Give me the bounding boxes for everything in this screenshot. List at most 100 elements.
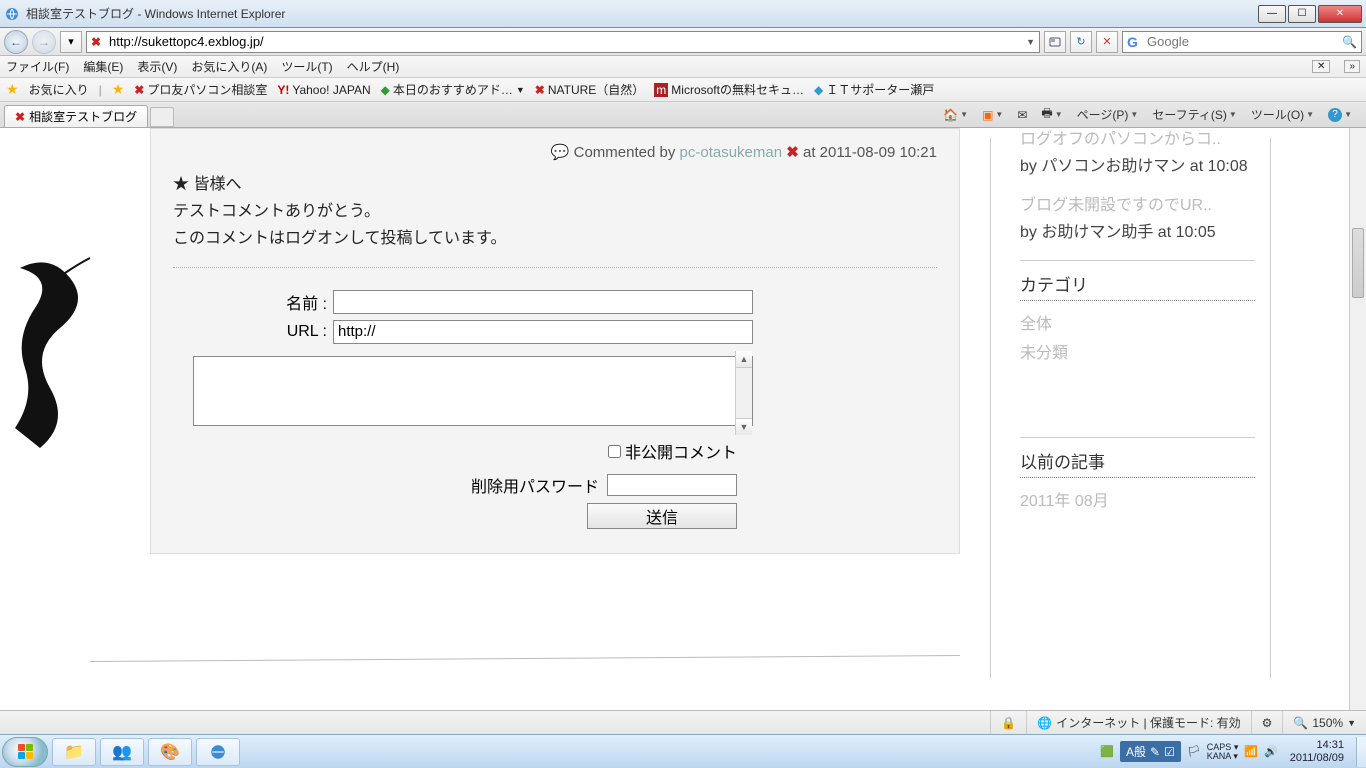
url-input[interactable]	[109, 34, 1026, 49]
fav-item-4[interactable]: mMicrosoftの無料セキュ…	[654, 81, 804, 98]
menu-file[interactable]: ファイル(F)	[6, 58, 69, 75]
tray-action-center-icon[interactable]: 🏳	[1187, 745, 1201, 758]
search-go-icon[interactable]: 🔍	[1342, 35, 1357, 49]
archive-month[interactable]: 2011年 08月	[1020, 488, 1255, 517]
forward-button[interactable]: →	[32, 30, 56, 54]
address-bar: ← → ▾ ✖ ▼ ↻ ✕ G 🔍	[0, 28, 1366, 56]
comment-bubble-icon: 💬	[551, 144, 570, 161]
windows-logo-icon	[17, 744, 33, 760]
status-addon-icon[interactable]: 🔒	[990, 711, 1026, 734]
taskbar-clock[interactable]: 14:31 2011/08/09	[1284, 739, 1350, 763]
print-button[interactable]: 🖶▼	[1037, 102, 1066, 127]
tools-menu[interactable]: ツール(O)▼	[1247, 104, 1318, 125]
submit-button[interactable]: 送信	[587, 503, 737, 529]
favorites-label[interactable]: お気に入り	[29, 81, 89, 98]
readmail-button[interactable]: ✉	[1013, 106, 1031, 124]
home-button[interactable]: 🏠▼	[939, 106, 972, 124]
private-label: 非公開コメント	[625, 445, 737, 462]
url-dropdown-icon[interactable]: ▼	[1026, 37, 1035, 47]
menu-edit[interactable]: 編集(E)	[83, 58, 123, 75]
textarea-scrollbar[interactable]: ▲ ▼	[735, 351, 752, 435]
menu-help[interactable]: ヘルプ(H)	[347, 58, 400, 75]
taskbar-explorer[interactable]: 📁	[52, 738, 96, 766]
mail-icon: ✉	[1017, 108, 1027, 122]
feeds-button[interactable]: ▣▼	[978, 106, 1007, 124]
favbar-sep: |	[99, 83, 102, 97]
delpw-label: 削除用パスワード	[471, 473, 599, 497]
zoom-icon: 🔍	[1293, 716, 1308, 730]
help-icon: ?	[1328, 108, 1342, 122]
ime-indicator[interactable]: A般✎☑	[1120, 741, 1181, 762]
url-box[interactable]: ✖ ▼	[86, 31, 1040, 53]
page-scrollbar[interactable]	[1349, 128, 1366, 710]
menu-close-icon[interactable]: ✕	[1312, 60, 1330, 73]
fav-item-1[interactable]: Y!Yahoo! JAPAN	[277, 83, 370, 97]
category-all[interactable]: 全体	[1020, 311, 1255, 340]
taskbar-ie[interactable]	[196, 738, 240, 766]
menu-favorites[interactable]: お気に入り(A)	[191, 58, 267, 75]
comment-user[interactable]: pc-otasukeman	[680, 144, 783, 161]
status-zone: 🌐 インターネット | 保護モード: 有効	[1026, 711, 1250, 734]
add-fav-icon[interactable]: ★	[112, 81, 125, 98]
home-icon: 🏠	[943, 108, 958, 122]
fav-item-5[interactable]: ◆ＩＴサポーター瀬戸	[814, 81, 934, 98]
scrollbar-thumb[interactable]	[1352, 228, 1364, 298]
scroll-up-icon[interactable]: ▲	[736, 351, 752, 368]
show-desktop-button[interactable]	[1356, 737, 1366, 767]
zoom-control[interactable]: 🔍 150% ▼	[1282, 711, 1366, 734]
favorites-bar: ★ お気に入り | ★ ✖プロ友パソコン相談室 Y!Yahoo! JAPAN ◆…	[0, 78, 1366, 102]
minimize-button[interactable]: —	[1258, 5, 1286, 23]
menu-view[interactable]: 表示(V)	[137, 58, 177, 75]
back-button[interactable]: ←	[4, 30, 28, 54]
delpw-input[interactable]	[607, 474, 737, 496]
refresh-button[interactable]: ↻	[1070, 31, 1092, 53]
recent-comment-1[interactable]: ログオフのパソコンからコ..	[1020, 128, 1255, 152]
start-button[interactable]	[2, 737, 48, 767]
safety-menu[interactable]: セーフティ(S)▼	[1148, 104, 1240, 125]
close-button[interactable]: ✕	[1318, 5, 1362, 23]
taskbar-paint[interactable]: 🎨	[148, 738, 192, 766]
search-input[interactable]	[1147, 34, 1342, 49]
status-protected-icon[interactable]: ⚙	[1251, 711, 1283, 734]
help-button[interactable]: ?▼	[1324, 106, 1356, 124]
comment-panel: 💬 Commented by pc-otasukeman ✖ at 2011-0…	[150, 128, 960, 554]
compat-button[interactable]	[1044, 31, 1066, 53]
recent-comment-1-by: by パソコンお助けマン at 10:08	[1020, 152, 1255, 176]
new-tab-button[interactable]	[150, 107, 174, 127]
browser-tab[interactable]: ✖ 相談室テストブログ	[4, 105, 148, 127]
comment-textarea[interactable]	[193, 356, 753, 426]
page-menu[interactable]: ページ(P)▼	[1073, 104, 1143, 125]
name-label: 名前 :	[173, 290, 333, 314]
name-input[interactable]	[333, 290, 753, 314]
svg-text:G: G	[1127, 34, 1138, 50]
recent-comment-2[interactable]: ブログ未開設ですのでUR..	[1020, 194, 1255, 218]
ms-icon: m	[654, 83, 668, 97]
fav-item-3[interactable]: ✖NATURE（自然）	[535, 81, 645, 98]
tray-network-icon[interactable]: 📶	[1244, 745, 1258, 758]
private-checkbox[interactable]	[608, 445, 621, 458]
tray-app-icon[interactable]: 🟩	[1100, 745, 1114, 758]
url-input-field[interactable]	[333, 320, 753, 344]
fav-item-2[interactable]: ◆本日のおすすめアド…▼	[381, 81, 525, 98]
scroll-down-icon[interactable]: ▼	[736, 418, 752, 435]
system-tray: 🟩 A般✎☑ 🏳 CAPS ▾KANA ▾ 📶 🔊 14:31 2011/08/…	[1094, 739, 1356, 763]
user-badge-icon: ✖	[786, 144, 799, 161]
recent-dropdown[interactable]: ▾	[60, 31, 82, 53]
tray-volume-icon[interactable]: 🔊	[1264, 745, 1278, 758]
stop-button[interactable]: ✕	[1096, 31, 1118, 53]
tab-favicon: ✖	[15, 110, 25, 124]
tab-bar: ✖ 相談室テストブログ 🏠▼ ▣▼ ✉ 🖶▼ ページ(P)▼ セーフティ(S)▼…	[0, 102, 1366, 128]
category-uncat[interactable]: 未分類	[1020, 340, 1255, 369]
menu-tools[interactable]: ツール(T)	[281, 58, 332, 75]
print-icon: 🖶	[1041, 104, 1052, 125]
favorites-star-icon[interactable]: ★	[6, 81, 19, 98]
comment-body: ★ 皆様へ テストコメントありがとう。 このコメントはログオンして投稿しています…	[173, 171, 937, 268]
rec-icon: ◆	[381, 83, 390, 97]
search-box[interactable]: G 🔍	[1122, 31, 1362, 53]
taskbar-messenger[interactable]: 👥	[100, 738, 144, 766]
ie-icon	[4, 6, 20, 22]
menu-overflow-icon[interactable]: »	[1344, 60, 1360, 73]
taskbar: 📁 👥 🎨 🟩 A般✎☑ 🏳 CAPS ▾KANA ▾ 📶 🔊 14:31 20…	[0, 734, 1366, 768]
fav-item-0[interactable]: ✖プロ友パソコン相談室	[134, 81, 267, 98]
maximize-button[interactable]: ☐	[1288, 5, 1316, 23]
